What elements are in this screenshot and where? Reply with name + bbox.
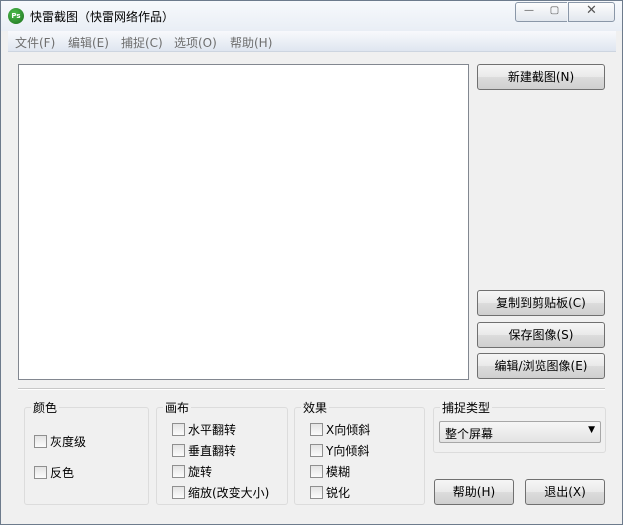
checkbox-box[interactable] — [34, 435, 47, 448]
checkbox-box[interactable] — [310, 486, 323, 499]
exit-button[interactable]: 退出(X) — [525, 479, 605, 505]
main-window: Ps 快雷截图（快雷网络作品） — ▢ ✕ 文件(F) 编辑(E) 捕捉(C) … — [0, 0, 623, 525]
effects-group-title: 效果 — [301, 399, 330, 416]
checkbox-box[interactable] — [310, 423, 323, 436]
edit-browse-image-button[interactable]: 编辑/浏览图像(E) — [477, 353, 605, 379]
checkbox-label: 垂直翻转 — [188, 444, 237, 458]
checkbox-box[interactable] — [172, 423, 185, 436]
menu-capture[interactable]: 捕捉(C) — [121, 34, 163, 51]
checkbox-label: X向倾斜 — [326, 423, 371, 437]
color-group-title: 颜色 — [31, 399, 60, 416]
menu-bar: 文件(F) 编辑(E) 捕捉(C) 选项(O) 帮助(H) — [8, 31, 616, 52]
title-bar[interactable]: Ps 快雷截图（快雷网络作品） — ▢ ✕ — [1, 1, 622, 31]
save-image-button[interactable]: 保存图像(S) — [477, 322, 605, 348]
minimize-button[interactable]: — — [515, 2, 543, 22]
new-capture-button[interactable]: 新建截图(N) — [477, 64, 605, 90]
checkbox-box[interactable] — [310, 465, 323, 478]
checkbox-label: 水平翻转 — [188, 423, 237, 437]
checkbox-box[interactable] — [34, 466, 47, 479]
checkbox-label: 反色 — [50, 466, 75, 480]
checkbox-box[interactable] — [172, 465, 185, 478]
menu-options[interactable]: 选项(O) — [174, 34, 217, 51]
color-group: 颜色 灰度级 反色 — [24, 399, 149, 505]
canvas-group: 画布 水平翻转 垂直翻转 旋转 缩放(改变大小) — [156, 399, 288, 505]
checkbox-label: 灰度级 — [50, 435, 87, 449]
checkbox-label: 锐化 — [326, 486, 351, 500]
help-button[interactable]: 帮助(H) — [434, 479, 514, 505]
checkbox-label: 旋转 — [188, 465, 213, 479]
menu-edit[interactable]: 编辑(E) — [68, 34, 109, 51]
copy-to-clipboard-button[interactable]: 复制到剪贴板(C) — [477, 290, 605, 316]
window-title: 快雷截图（快雷网络作品） — [30, 10, 175, 24]
canvas-group-title: 画布 — [163, 399, 192, 416]
separator — [18, 388, 605, 390]
checkbox-label: 模糊 — [326, 465, 351, 479]
checkbox-label: Y向倾斜 — [326, 444, 370, 458]
menu-file[interactable]: 文件(F) — [15, 34, 55, 51]
checkbox-box[interactable] — [172, 486, 185, 499]
close-button[interactable]: ✕ — [568, 2, 615, 22]
menu-help[interactable]: 帮助(H) — [230, 34, 272, 51]
chevron-down-icon: ▼ — [588, 425, 595, 435]
capture-type-select[interactable]: 整个屏幕 ▼ — [439, 421, 601, 443]
maximize-button[interactable]: ▢ — [542, 2, 567, 22]
checkbox-box[interactable] — [310, 444, 323, 457]
checkbox-box[interactable] — [172, 444, 185, 457]
effects-group: 效果 X向倾斜 Y向倾斜 模糊 锐化 — [294, 399, 425, 505]
capture-type-value: 整个屏幕 — [445, 427, 494, 441]
checkbox-label: 缩放(改变大小) — [188, 486, 270, 500]
capture-type-group-title: 捕捉类型 — [440, 399, 493, 416]
image-preview-area[interactable] — [18, 64, 469, 380]
app-icon: Ps — [8, 8, 24, 24]
